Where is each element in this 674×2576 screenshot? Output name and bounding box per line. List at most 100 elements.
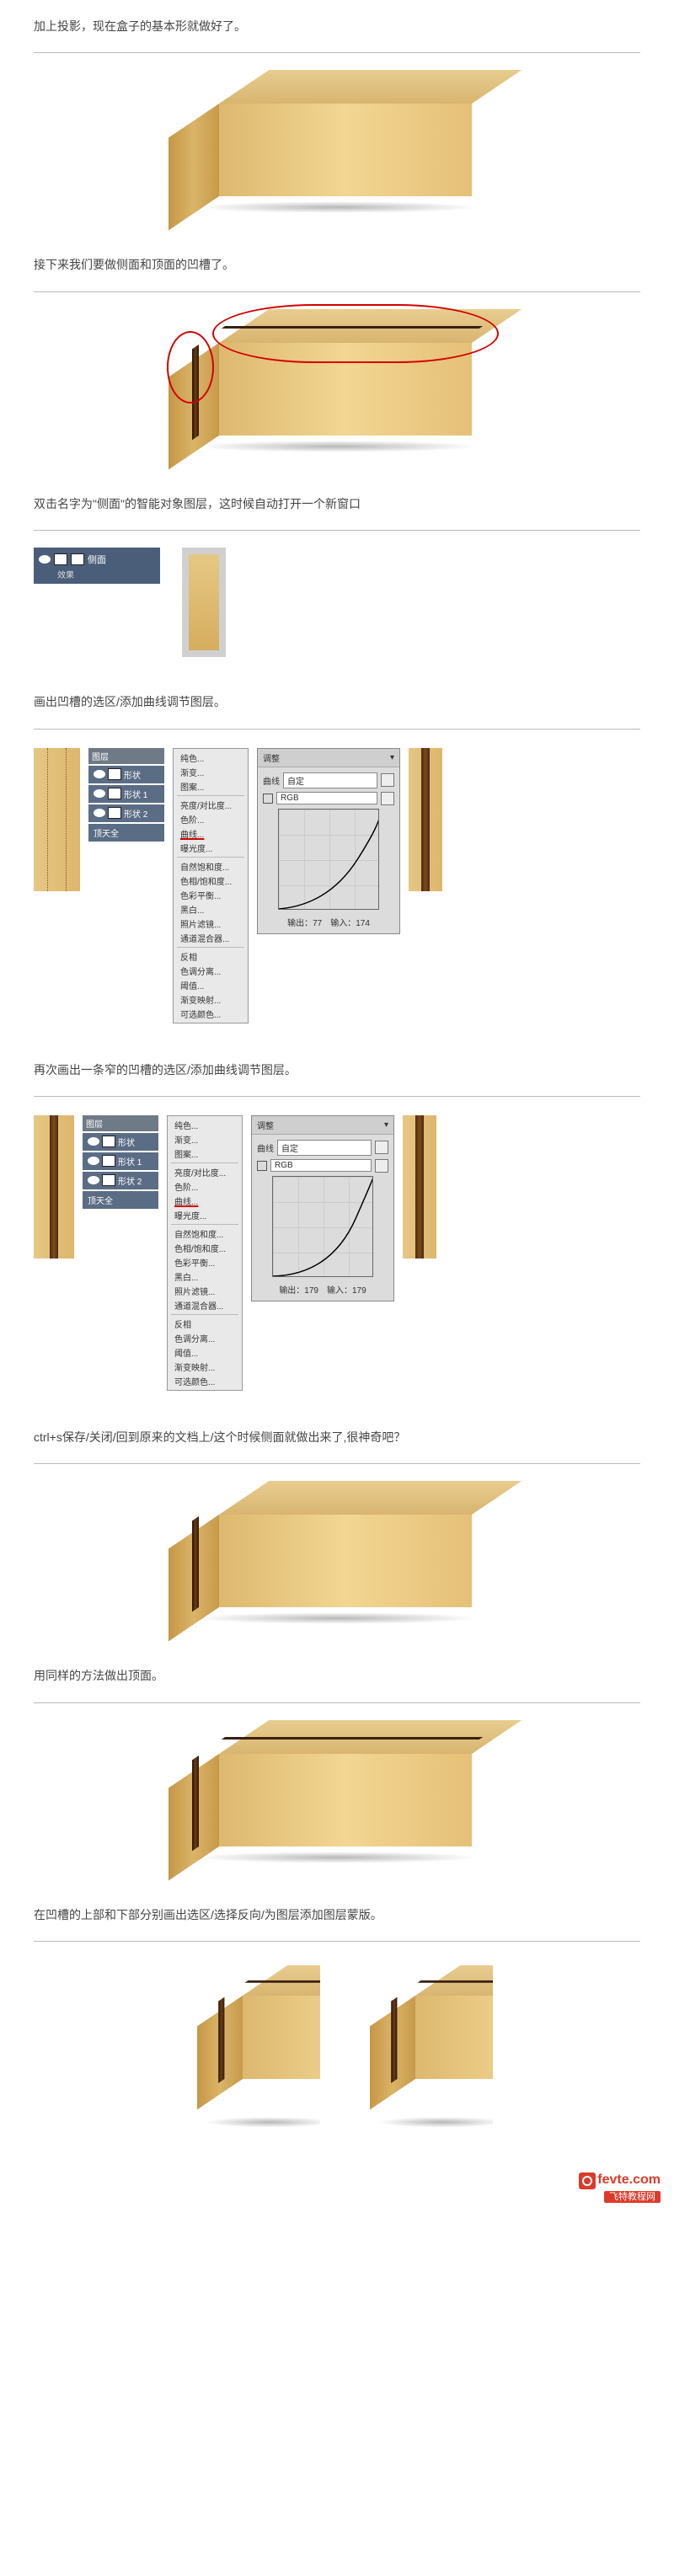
output-value: 输出：179: [279, 1283, 318, 1296]
curves-graph[interactable]: [272, 1176, 373, 1277]
adj-menu-item[interactable]: 亮度/对比度...: [168, 1165, 242, 1179]
visibility-icon[interactable]: [94, 809, 105, 817]
step-5-text: 再次画出一条窄的凹槽的选区/添加曲线调节图层。: [34, 1054, 640, 1091]
step-1-text: 加上投影，现在盒子的基本形就做好了。: [34, 10, 640, 47]
menu-icon[interactable]: [375, 1141, 388, 1154]
adj-menu-item[interactable]: 自然饱和度...: [168, 1227, 242, 1241]
result-swatch-2: [403, 1115, 436, 1259]
adj-menu-item[interactable]: 渐变...: [174, 765, 248, 779]
channel-dropdown[interactable]: RGB: [270, 1159, 372, 1172]
adj-menu-item[interactable]: 可选颜色...: [168, 1374, 242, 1388]
preset-label: 曲线: [257, 1141, 274, 1154]
adj-menu-item[interactable]: 照片滤镜...: [174, 917, 248, 931]
adj-menu-item[interactable]: 阈值...: [168, 1345, 242, 1360]
adj-menu-item[interactable]: 反相: [174, 949, 248, 964]
panel-menu-icon[interactable]: ▾: [390, 753, 394, 762]
adjustment-layer-menu[interactable]: 纯色...渐变...图案... 亮度/对比度...色阶...曲线...曝光度...…: [173, 748, 249, 1023]
curves-title: 调整: [263, 751, 280, 764]
selection-swatch-2: [34, 1115, 74, 1259]
output-value: 输出：77: [287, 916, 322, 928]
adj-menu-item[interactable]: 纯色...: [174, 751, 248, 765]
adj-menu-item[interactable]: 图案...: [168, 1146, 242, 1161]
annotation-circle-top: [212, 304, 499, 363]
adj-menu-item[interactable]: 渐变...: [168, 1132, 242, 1146]
box-illustration-2: [0, 292, 674, 478]
box-illustration-1: [0, 53, 674, 238]
visibility-icon[interactable]: [88, 1157, 99, 1165]
smart-object-thumb-icon[interactable]: [54, 553, 67, 565]
box-illustration-4: [0, 1703, 674, 1889]
shape-thumb-icon: [108, 807, 121, 819]
layer-fx-label[interactable]: 效果: [39, 568, 155, 580]
mini-layers-header: 图层: [88, 748, 164, 764]
shape-thumb-icon: [102, 1136, 115, 1147]
panel-menu-icon[interactable]: ▾: [384, 1120, 388, 1130]
adj-menu-item[interactable]: 纯色...: [168, 1118, 242, 1132]
step-3-text: 双击名字为"侧面"的智能对象图层，这时候自动打开一个新窗口: [34, 488, 640, 525]
adj-menu-item[interactable]: 通道混合器...: [174, 931, 248, 945]
preset-label: 曲线: [263, 774, 280, 787]
adj-menu-item[interactable]: 色相/饱和度...: [174, 874, 248, 888]
auto-button[interactable]: [375, 1159, 388, 1173]
smart-object-window: [182, 548, 226, 657]
layer-name[interactable]: 侧面: [88, 553, 106, 566]
adj-menu-item[interactable]: 渐变映射...: [174, 992, 248, 1007]
shape-layer-2: 形状 2: [124, 807, 147, 820]
adj-menu-item[interactable]: 自然饱和度...: [174, 859, 248, 874]
visibility-icon[interactable]: [94, 770, 105, 778]
adj-menu-item[interactable]: 色调分离...: [168, 1331, 242, 1345]
adj-menu-item[interactable]: 可选颜色...: [174, 1007, 248, 1021]
adj-menu-item[interactable]: 阈值...: [174, 978, 248, 992]
shape-thumb-icon: [108, 788, 121, 799]
visibility-icon[interactable]: [88, 1176, 99, 1184]
watermark-domain: fevte.com: [597, 2172, 661, 2187]
adj-menu-item[interactable]: 渐变映射...: [168, 1360, 242, 1374]
shape-thumb-icon: [102, 1174, 115, 1186]
adj-menu-item[interactable]: 色阶...: [174, 812, 248, 826]
shape-thumb-icon: [102, 1155, 115, 1167]
adj-menu-item[interactable]: 色调分离...: [174, 964, 248, 978]
adj-menu-item[interactable]: 反相: [168, 1317, 242, 1331]
visibility-icon[interactable]: [88, 1137, 99, 1146]
adj-menu-item[interactable]: 曲线...: [168, 1194, 242, 1208]
adj-menu-item[interactable]: 图案...: [174, 779, 248, 794]
layer-mask-thumb-icon[interactable]: [71, 553, 84, 565]
adj-menu-item[interactable]: 色阶...: [168, 1179, 242, 1194]
visibility-icon[interactable]: [94, 789, 105, 798]
curves-graph[interactable]: [278, 809, 379, 910]
adj-menu-item[interactable]: 黑白...: [168, 1269, 242, 1284]
filters-row: 顶天全: [83, 1191, 158, 1209]
preset-dropdown[interactable]: 自定: [283, 772, 377, 788]
curves-panel[interactable]: 调整 ▾ 曲线 自定 RGB 输出：77: [257, 748, 400, 934]
adj-menu-item[interactable]: 曝光度...: [174, 841, 248, 855]
curves-panel[interactable]: 调整 ▾ 曲线 自定 RGB 输出：179: [251, 1115, 394, 1301]
box-illustration-pair: [0, 1942, 674, 2172]
menu-icon[interactable]: [381, 773, 394, 787]
input-value: 输入：174: [330, 916, 370, 928]
layers-panel[interactable]: 侧面 效果: [34, 548, 160, 584]
adj-menu-item[interactable]: 色彩平衡...: [168, 1255, 242, 1269]
adj-menu-item[interactable]: 曝光度...: [168, 1208, 242, 1222]
visibility-icon[interactable]: [39, 555, 51, 564]
preset-dropdown[interactable]: 自定: [277, 1140, 372, 1156]
watermark-logo-icon: [579, 2172, 596, 2189]
adj-menu-item[interactable]: 黑白...: [174, 902, 248, 917]
mini-layers-header: 图层: [83, 1115, 158, 1131]
channel-dropdown[interactable]: RGB: [276, 792, 377, 804]
adj-menu-item[interactable]: 亮度/对比度...: [174, 798, 248, 812]
adj-menu-item[interactable]: 照片滤镜...: [168, 1284, 242, 1298]
curves-title: 调整: [257, 1119, 274, 1131]
adjustment-layer-menu[interactable]: 纯色...渐变...图案... 亮度/对比度...色阶...曲线...曝光度...…: [167, 1115, 243, 1391]
box-illustration-3: [0, 1464, 674, 1649]
adj-menu-item[interactable]: 通道混合器...: [168, 1298, 242, 1312]
step-8-text: 在凹槽的上部和下部分别画出选区/选择反向/为图层添加图层蒙版。: [34, 1899, 640, 1936]
curve-tool-icon[interactable]: [257, 1161, 267, 1171]
shape-thumb-icon: [108, 768, 121, 780]
auto-button[interactable]: [381, 792, 394, 805]
result-swatch: [409, 748, 442, 891]
adj-menu-item[interactable]: 色彩平衡...: [174, 888, 248, 902]
curve-tool-icon[interactable]: [263, 794, 273, 804]
adj-menu-item[interactable]: 曲线...: [174, 826, 248, 841]
step-6-text: ctrl+s保存/关闭/回到原来的文档上/这个时候侧面就做出来了,很神奇吧？: [34, 1421, 640, 1458]
adj-menu-item[interactable]: 色相/饱和度...: [168, 1241, 242, 1255]
